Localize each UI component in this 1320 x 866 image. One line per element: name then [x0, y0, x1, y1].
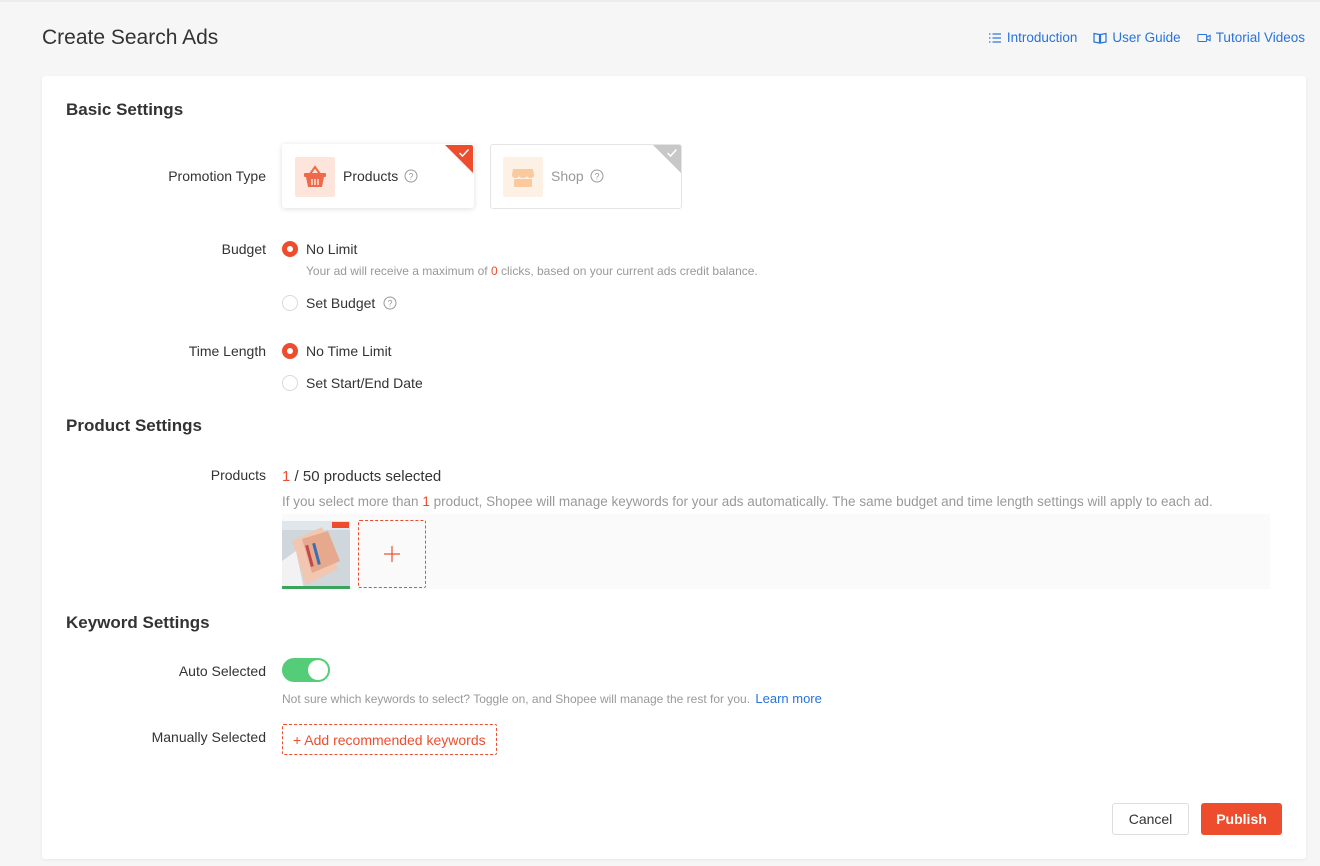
products-hint: If you select more than 1 product, Shope… — [282, 494, 1213, 509]
tutorial-videos-label: Tutorial Videos — [1215, 30, 1305, 45]
shop-icon — [503, 157, 543, 197]
product-settings-title: Product Settings — [66, 416, 203, 435]
products-hint-count: 1 — [422, 494, 430, 509]
products-label: Products — [210, 467, 266, 483]
radio-checked-icon — [282, 241, 298, 257]
selected-count-suffix: / 50 products selected — [290, 468, 442, 485]
set-dates-radio[interactable]: Set Start/End Date — [282, 375, 423, 391]
product-list — [282, 514, 1270, 589]
basic-settings-title: Basic Settings — [66, 100, 184, 119]
budget-label: Budget — [221, 241, 266, 257]
budget-no-limit-label: No Limit — [306, 241, 358, 257]
auto-selected-hint: Not sure which keywords to select? Toggl… — [282, 691, 822, 706]
promotion-option-shop[interactable]: Shop ? — [490, 144, 682, 209]
introduction-label: Introduction — [1006, 30, 1078, 45]
add-recommended-keywords-button[interactable]: + Add recommended keywords — [282, 724, 497, 755]
auto-hint-text: Not sure which keywords to select? Toggl… — [282, 692, 751, 706]
budget-hint-suffix: clicks, based on your current ads credit… — [497, 264, 758, 278]
products-hint-suffix: product, Shopee will manage keywords for… — [429, 494, 1213, 509]
no-time-limit-label: No Time Limit — [306, 343, 392, 359]
basket-icon — [295, 157, 335, 197]
check-icon — [458, 148, 470, 158]
svg-text:?: ? — [594, 172, 599, 182]
page-title: Create Search Ads — [42, 26, 219, 49]
radio-unchecked-icon — [282, 295, 298, 311]
set-budget-label: Set Budget — [306, 295, 376, 311]
user-guide-label: User Guide — [1112, 30, 1181, 45]
svg-text:?: ? — [388, 299, 393, 309]
publish-button[interactable]: Publish — [1201, 803, 1282, 835]
auto-selected-toggle[interactable] — [282, 658, 330, 682]
page-header: Create Search Ads Introduction User Guid… — [42, 26, 1305, 56]
settings-card: Basic Settings Promotion Type Products ? — [42, 76, 1306, 859]
budget-hint: Your ad will receive a maximum of 0 clic… — [306, 264, 758, 278]
radio-checked-icon — [282, 343, 298, 359]
user-guide-link[interactable]: User Guide — [1093, 30, 1181, 45]
header-links: Introduction User Guide Tutorial Videos — [988, 30, 1305, 45]
radio-unchecked-icon — [282, 375, 298, 391]
time-length-label: Time Length — [188, 343, 266, 359]
learn-more-link[interactable]: Learn more — [755, 691, 821, 706]
check-icon — [666, 148, 678, 158]
svg-text:?: ? — [409, 172, 414, 182]
products-hint-prefix: If you select more than — [282, 494, 423, 509]
introduction-link[interactable]: Introduction — [988, 30, 1078, 45]
question-mark-icon[interactable]: ? — [590, 169, 604, 183]
promotion-option-shop-label: Shop ? — [551, 168, 604, 184]
book-icon — [1093, 32, 1108, 44]
promotion-type-label: Promotion Type — [168, 168, 266, 184]
shop-text: Shop — [551, 168, 584, 184]
tutorial-videos-link[interactable]: Tutorial Videos — [1197, 30, 1305, 45]
auto-selected-label: Auto Selected — [178, 663, 266, 679]
promotion-option-products-label: Products ? — [343, 168, 418, 184]
budget-hint-clicks: 0 — [490, 264, 498, 278]
budget-no-limit-radio[interactable]: No Limit — [282, 241, 357, 257]
promotion-option-products[interactable]: Products ? — [282, 144, 474, 208]
question-mark-icon[interactable]: ? — [383, 296, 397, 310]
product-thumbnail[interactable] — [282, 521, 350, 589]
keyword-settings-title: Keyword Settings — [66, 613, 210, 632]
products-selected-count: 1 / 50 products selected — [282, 468, 441, 485]
add-product-button[interactable] — [358, 520, 426, 588]
no-time-limit-radio[interactable]: No Time Limit — [282, 343, 392, 359]
plus-icon — [384, 546, 400, 562]
set-budget-radio[interactable]: Set Budget ? — [282, 295, 397, 311]
list-icon — [988, 32, 1001, 43]
set-dates-label: Set Start/End Date — [306, 375, 423, 391]
question-mark-icon[interactable]: ? — [404, 169, 418, 183]
budget-hint-prefix: Your ad will receive a maximum of — [306, 264, 491, 278]
products-text: Products — [343, 168, 399, 184]
cancel-button[interactable]: Cancel — [1112, 803, 1189, 835]
manually-selected-label: Manually Selected — [151, 729, 266, 745]
video-camera-icon — [1197, 33, 1211, 42]
